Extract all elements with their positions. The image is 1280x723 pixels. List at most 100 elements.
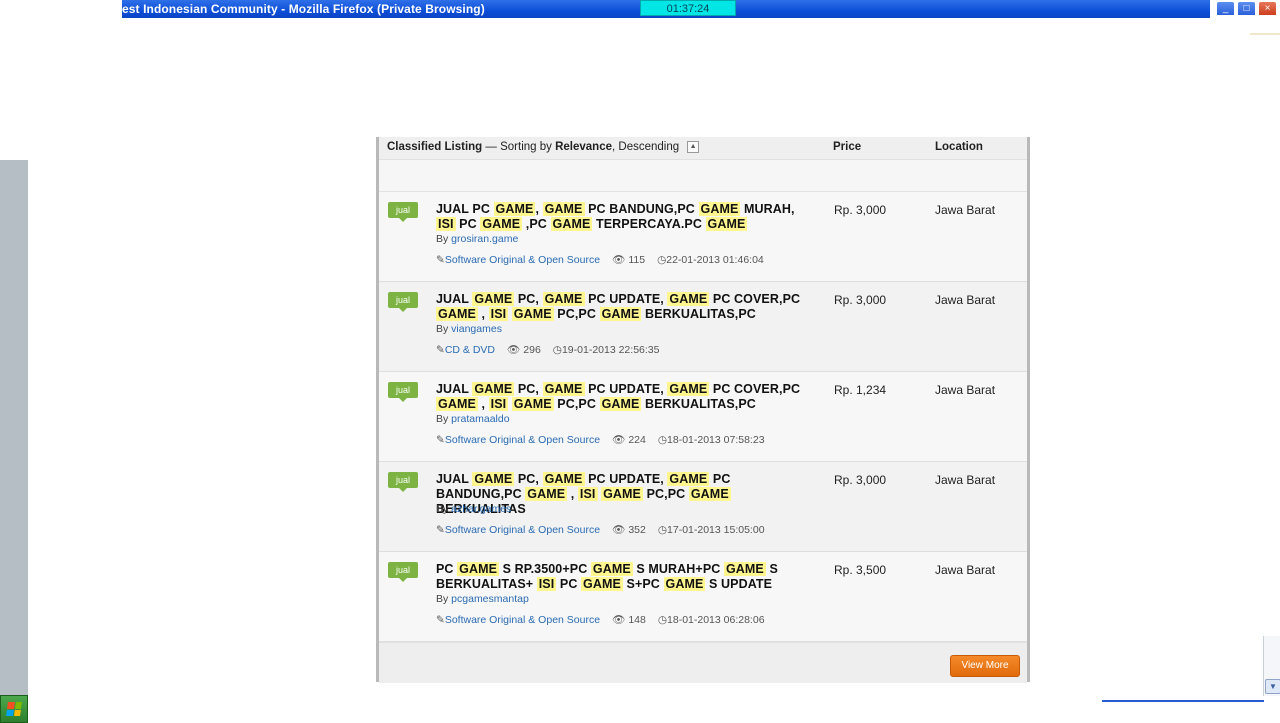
seller-link[interactable]: pcgamesmantap (451, 593, 529, 605)
listing-price: Rp. 3,000 (834, 473, 887, 487)
sort-toggle-icon[interactable]: ▲ (687, 141, 700, 153)
jual-badge: jual (388, 562, 418, 582)
listing-row[interactable]: jual PC GAME S RP.3500+PC GAME S MURAH+PC… (379, 552, 1027, 642)
seller-line: By azhar.games (436, 503, 511, 515)
listing-price: Rp. 3,000 (834, 293, 887, 307)
eye-icon: 👁 (612, 254, 626, 266)
keyword-highlight: GAME (480, 217, 523, 231)
listing-row[interactable]: jual JUAL PC GAME, GAME PC BANDUNG,PC GAM… (379, 192, 1027, 282)
view-more-button[interactable]: View More (950, 655, 1020, 677)
keyword-highlight: ISI (488, 307, 509, 321)
keyword-highlight: GAME (542, 382, 585, 396)
keyword-highlight: GAME (493, 202, 536, 216)
jual-badge: jual (388, 202, 418, 222)
by-label: By (436, 413, 452, 425)
keyword-highlight: GAME (590, 562, 633, 576)
keyword-highlight: GAME (542, 472, 585, 486)
location-column-header[interactable]: Location (935, 141, 983, 153)
listing-header: Classified Listing — Sorting by Relevanc… (379, 137, 1027, 160)
keyword-highlight: GAME (667, 382, 710, 396)
listing-row[interactable]: jual JUAL GAME PC, GAME PC UPDATE, GAME P… (379, 462, 1027, 552)
category-link[interactable]: Software Original & Open Source (445, 614, 600, 626)
by-label: By (436, 503, 452, 515)
listing-location: Jawa Barat (935, 383, 996, 397)
post-date: 18-01-2013 07:58:23 (667, 434, 765, 446)
by-label: By (436, 323, 452, 335)
listing-row[interactable]: jual JUAL GAME PC, GAME PC UPDATE, GAME P… (379, 282, 1027, 372)
post-date: 18-01-2013 06:28:06 (667, 614, 765, 626)
listing-footer: View More (379, 642, 1027, 683)
sort-prefix: — Sorting by (482, 141, 556, 154)
keyword-highlight: GAME (436, 397, 478, 411)
listing-title-link[interactable]: JUAL GAME PC, GAME PC UPDATE, GAME PC CO… (436, 382, 816, 412)
listing-row[interactable]: jual JUAL GAME PC, GAME PC UPDATE, GAME P… (379, 372, 1027, 462)
seller-link[interactable]: pratamaaldo (451, 413, 509, 425)
seller-line: By viangames (436, 323, 502, 335)
seller-line: By pratamaaldo (436, 413, 510, 425)
keyword-highlight: ISI (536, 577, 557, 591)
post-date: 19-01-2013 22:56:35 (561, 344, 660, 356)
start-button[interactable] (0, 695, 28, 723)
listing-title-link[interactable]: JUAL PC GAME, GAME PC BANDUNG,PC GAME MU… (436, 202, 816, 232)
eye-icon: 👁 (612, 614, 626, 626)
keyword-highlight: GAME (436, 307, 478, 321)
jual-badge: jual (388, 292, 418, 312)
listing-title-link[interactable]: PC GAME S RP.3500+PC GAME S MURAH+PC GAM… (436, 562, 816, 592)
scrollbar[interactable]: ▼ (1263, 636, 1280, 696)
jual-badge: jual (388, 472, 418, 492)
keyword-highlight: ISI (577, 487, 598, 501)
category-link[interactable]: CD & DVD (445, 344, 495, 356)
listing-location: Jawa Barat (935, 473, 996, 487)
clock-icon: ◷ (657, 254, 667, 266)
listing-spacer-row (379, 160, 1027, 192)
seller-link[interactable]: viangames (451, 323, 502, 335)
keyword-highlight: GAME (457, 562, 500, 576)
view-count: 352 (628, 524, 646, 536)
listing-title-link[interactable]: JUAL GAME PC, GAME PC UPDATE, GAME PC CO… (436, 292, 816, 322)
classified-listing-panel: Classified Listing — Sorting by Relevanc… (376, 137, 1030, 683)
keyword-highlight: GAME (550, 217, 593, 231)
listing-meta: ✎Software Original & Open Source 👁 115 ◷22… (436, 253, 764, 266)
listing-price: Rp. 1,234 (834, 383, 887, 397)
keyword-highlight: GAME (667, 292, 710, 306)
seller-link[interactable]: grosiran.game (451, 233, 518, 245)
windows-logo-icon (6, 702, 22, 716)
eye-icon: 👁 (612, 524, 626, 536)
listing-price: Rp. 3,000 (834, 203, 887, 217)
keyword-highlight: GAME (581, 577, 623, 591)
category-link[interactable]: Software Original & Open Source (445, 434, 600, 446)
keyword-highlight: ISI (488, 397, 509, 411)
tag-icon: ✎ (436, 614, 445, 626)
keyword-highlight: GAME (688, 487, 731, 501)
keyword-highlight: GAME (542, 292, 585, 306)
price-column-header[interactable]: Price (833, 141, 861, 153)
category-link[interactable]: Software Original & Open Source (445, 254, 600, 266)
sort-order: , Descending (612, 141, 680, 154)
listing-meta: ✎Software Original & Open Source 👁 148 ◷18… (436, 613, 765, 626)
by-label: By (436, 233, 452, 245)
category-link[interactable]: Software Original & Open Source (445, 524, 600, 536)
keyword-highlight: GAME (599, 307, 642, 321)
keyword-highlight: GAME (511, 307, 554, 321)
tag-icon: ✎ (436, 434, 445, 446)
keyword-highlight: GAME (698, 202, 741, 216)
post-date: 17-01-2013 15:05:00 (667, 524, 765, 536)
tag-icon: ✎ (436, 344, 445, 356)
seller-link[interactable]: azhar.games (451, 503, 511, 515)
scroll-down-icon[interactable]: ▼ (1265, 679, 1280, 694)
left-desktop-strip (0, 160, 28, 695)
view-count: 224 (628, 434, 646, 446)
listing-price: Rp. 3,500 (834, 563, 887, 577)
keyword-highlight: ISI (436, 217, 456, 231)
keyword-highlight: GAME (667, 472, 710, 486)
by-label: By (436, 593, 452, 605)
keyword-highlight: GAME (511, 397, 554, 411)
view-count: 148 (628, 614, 646, 626)
clock-icon: ◷ (552, 344, 562, 356)
listing-meta: ✎Software Original & Open Source 👁 352 ◷17… (436, 523, 765, 536)
tag-icon: ✎ (436, 524, 445, 536)
seller-line: By grosiran.game (436, 233, 518, 245)
keyword-highlight: GAME (705, 217, 748, 231)
sort-field[interactable]: Relevance (555, 141, 612, 153)
eye-icon: 👁 (612, 434, 626, 446)
